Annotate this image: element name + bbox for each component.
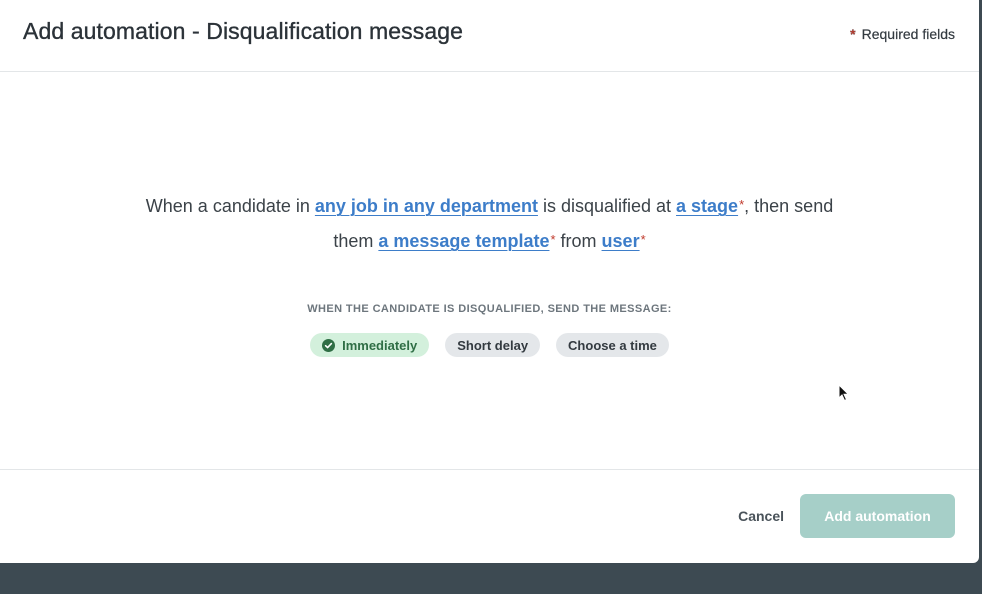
stage-link[interactable]: a stage bbox=[676, 196, 738, 216]
cancel-button[interactable]: Cancel bbox=[730, 508, 792, 524]
check-circle-icon bbox=[322, 338, 336, 352]
add-automation-button[interactable]: Add automation bbox=[800, 494, 955, 538]
sentence-line-1: When a candidate in any job in any depar… bbox=[0, 188, 979, 223]
modal-title: Add automation - Disqualification messag… bbox=[23, 18, 464, 44]
automation-sentence: When a candidate in any job in any depar… bbox=[0, 188, 979, 258]
modal-header: Add automation - Disqualification messag… bbox=[0, 0, 979, 72]
job-department-link[interactable]: any job in any department bbox=[315, 196, 538, 216]
send-timing-label: WHEN THE CANDIDATE IS DISQUALIFIED, SEND… bbox=[307, 303, 672, 315]
sentence-line-2: them a message template* from user* bbox=[0, 223, 979, 258]
sentence-text: , then send bbox=[744, 196, 834, 216]
mouse-cursor-icon bbox=[838, 384, 850, 402]
required-fields-note: * Required fields bbox=[850, 25, 956, 42]
required-star: * bbox=[850, 25, 856, 42]
send-timing-options: Immediately Short delay Choose a time bbox=[0, 333, 979, 357]
timing-option-label: Choose a time bbox=[568, 337, 657, 353]
sentence-text: When a candidate in bbox=[145, 196, 315, 216]
modal-footer: Cancel Add automation bbox=[0, 470, 979, 562]
user-link[interactable]: user bbox=[602, 231, 640, 251]
message-template-link[interactable]: a message template bbox=[378, 231, 549, 251]
sentence-text: from bbox=[555, 231, 602, 251]
modal-body: When a candidate in any job in any depar… bbox=[0, 72, 979, 470]
timing-option-choose-time[interactable]: Choose a time bbox=[556, 333, 669, 357]
timing-option-immediately[interactable]: Immediately bbox=[310, 333, 430, 357]
timing-option-short-delay[interactable]: Short delay bbox=[445, 333, 541, 357]
sentence-text: them bbox=[333, 231, 379, 251]
add-automation-modal: Add automation - Disqualification messag… bbox=[0, 0, 979, 563]
timing-option-label: Short delay bbox=[457, 337, 529, 353]
required-marker: * bbox=[640, 232, 646, 247]
timing-option-label: Immediately bbox=[342, 337, 418, 353]
required-fields-label: Required fields bbox=[861, 25, 956, 42]
sentence-text: is disqualified at bbox=[537, 196, 677, 216]
